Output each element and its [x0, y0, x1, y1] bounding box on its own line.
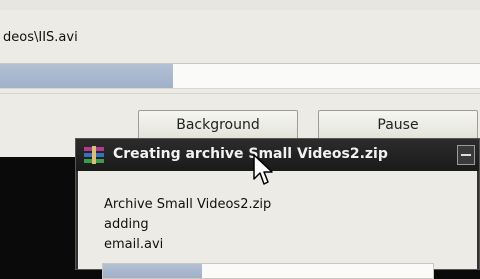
background-archive-dialog: deos\IIS.avi Background Pause — [0, 0, 480, 157]
winrar-archive-icon — [84, 146, 104, 164]
pause-button[interactable]: Pause — [318, 110, 478, 140]
dialog-title: Creating archive Small Videos2.zip — [113, 146, 388, 162]
current-file-path: deos\IIS.avi — [3, 30, 78, 45]
archive-progress-fill — [103, 264, 202, 278]
dialog-title-bar[interactable]: Creating archive Small Videos2.zip — [76, 139, 479, 171]
minimize-button[interactable] — [457, 145, 475, 165]
divider — [0, 93, 480, 94]
background-dialog-top-strip — [0, 0, 480, 10]
mouse-cursor-icon — [253, 154, 273, 185]
archive-name-text: Archive Small Videos2.zip — [104, 197, 272, 212]
background-button[interactable]: Background — [138, 110, 298, 140]
background-progress-fill — [0, 64, 173, 88]
dialog-body: Archive Small Videos2.zip adding email.a… — [78, 171, 477, 279]
archive-progress-bar — [102, 263, 434, 279]
current-file-text: email.avi — [104, 237, 164, 252]
action-text: adding — [104, 217, 149, 232]
background-progress-bar — [0, 63, 480, 89]
creating-archive-dialog: Creating archive Small Videos2.zip Archi… — [75, 138, 480, 279]
